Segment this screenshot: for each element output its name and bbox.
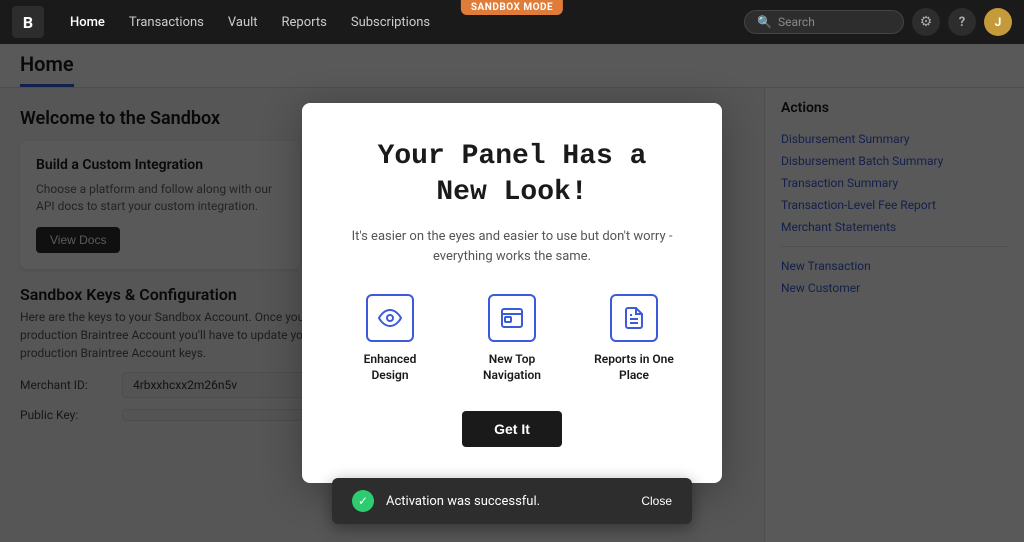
get-it-button[interactable]: Get It [462,411,562,447]
nav-link-vault[interactable]: Vault [218,11,268,34]
new-look-modal: Your Panel Has aNew Look! It's easier on… [302,103,722,484]
enhanced-design-label: Enhanced Design [345,352,435,383]
sandbox-badge: SANDBOX MODE [461,0,563,15]
user-avatar[interactable]: J [984,8,1012,36]
nav-link-transactions[interactable]: Transactions [119,11,214,34]
feature-enhanced-design: Enhanced Design [345,294,435,383]
modal-subtitle: It's easier on the eyes and easier to us… [342,227,682,266]
help-icon: ? [959,15,965,30]
search-placeholder: Search [778,15,815,29]
nav-link-reports[interactable]: Reports [272,11,337,34]
nav-right: 🔍 Search ⚙ ? J [744,8,1012,36]
top-navigation-label: New Top Navigation [467,352,557,383]
search-icon: 🔍 [757,15,772,29]
modal-features: Enhanced Design New Top Navigation [342,294,682,383]
top-navigation-icon [488,294,536,342]
modal-title: Your Panel Has aNew Look! [342,139,682,212]
feature-top-navigation: New Top Navigation [467,294,557,383]
toast-success-icon: ✓ [352,490,374,512]
feature-reports: Reports in One Place [589,294,679,383]
help-button[interactable]: ? [948,8,976,36]
reports-icon [610,294,658,342]
settings-button[interactable]: ⚙ [912,8,940,36]
reports-label: Reports in One Place [589,352,679,383]
nav-link-home[interactable]: Home [60,11,115,34]
modal-overlay: Your Panel Has aNew Look! It's easier on… [0,44,1024,542]
nav-link-subscriptions[interactable]: Subscriptions [341,11,440,34]
top-navigation: B Home Transactions Vault Reports Subscr… [0,0,1024,44]
toast-notification: ✓ Activation was successful. Close [332,478,692,524]
search-box[interactable]: 🔍 Search [744,10,904,34]
brand-logo[interactable]: B [12,6,44,38]
nav-links: Home Transactions Vault Reports Subscrip… [60,11,440,34]
gear-icon: ⚙ [920,14,933,30]
enhanced-design-icon [366,294,414,342]
toast-close-button[interactable]: Close [641,494,672,508]
toast-message: Activation was successful. [386,494,629,509]
